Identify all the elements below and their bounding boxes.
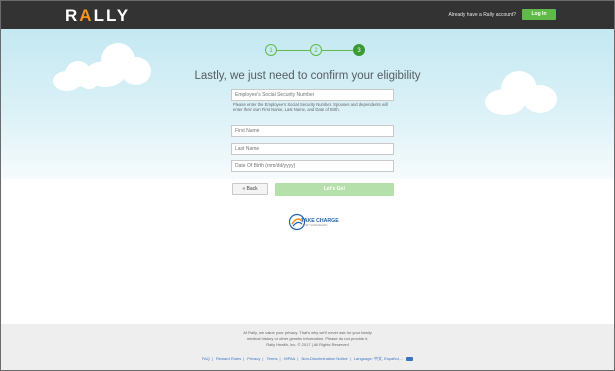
step-3-current: 3 [353, 44, 365, 56]
take-charge-logo-tagline: FOR YOUR HEALTH [303, 224, 328, 227]
page-frame: RALLY Already have a Rally account? Log … [0, 0, 615, 371]
take-charge-logo: TAKE CHARGE FOR YOUR HEALTH [288, 213, 339, 231]
footer: At Rally, we value your privacy. That's … [1, 324, 614, 370]
page-heading: Lastly, we just need to confirm your eli… [194, 70, 421, 82]
login-button[interactable]: Log In [522, 9, 556, 20]
ssn-helper-text: Please enter the Employee's Social Secur… [233, 102, 388, 112]
accessibility-badge-icon[interactable] [406, 356, 414, 361]
step-2: 2 [310, 44, 322, 56]
logo-text-right: LLY [93, 6, 131, 25]
progress-steps: 1 2 3 [265, 44, 365, 58]
footer-link-reward-rules[interactable]: Reward Rules [216, 356, 241, 361]
footer-separator: | [279, 356, 281, 361]
top-navigation-bar: RALLY Already have a Rally account? Log … [1, 1, 614, 29]
footer-links: FAQ | Reward Rules | Privacy | Terms | HIPAA… [1, 356, 614, 362]
date-of-birth-input[interactable] [231, 160, 394, 172]
login-area: Already have a Rally account? Log In [448, 9, 556, 20]
footer-link-terms[interactable]: Terms [267, 356, 278, 361]
back-button[interactable]: « Back [232, 183, 268, 195]
footer-separator: | [243, 356, 245, 361]
logo-text-left: R [65, 6, 80, 25]
footer-link-hipaa[interactable]: HIPAA [284, 356, 296, 361]
footer-link-language[interactable]: Language: 中文, Español,... [354, 356, 403, 361]
footer-link-privacy[interactable]: Privacy [247, 356, 260, 361]
footer-separator: | [349, 356, 351, 361]
first-name-input[interactable] [231, 125, 394, 137]
step-connector [322, 50, 353, 51]
rally-logo[interactable]: RALLY [65, 6, 130, 26]
footer-separator: | [211, 356, 213, 361]
privacy-notice-line-2: medical history or other genetic informa… [246, 336, 369, 341]
ssn-input[interactable] [231, 89, 394, 101]
footer-separator: | [297, 356, 299, 361]
already-have-account-text: Already have a Rally account? [448, 11, 516, 18]
step-1: 1 [265, 44, 277, 56]
last-name-input[interactable] [231, 143, 394, 155]
step-connector [277, 50, 310, 51]
logo-text-accent: A [79, 6, 94, 25]
footer-link-non-discrimination[interactable]: Non-Discrimination Notice [302, 356, 348, 361]
privacy-notice-line-1: At Rally, we value your privacy. That's … [243, 330, 372, 335]
lets-go-button[interactable]: Let's Go! [275, 183, 394, 196]
footer-link-faq[interactable]: FAQ [202, 356, 210, 361]
copyright-text: Rally Health, Inc. © 2017 | All Rights R… [266, 342, 349, 347]
footer-separator: | [262, 356, 264, 361]
